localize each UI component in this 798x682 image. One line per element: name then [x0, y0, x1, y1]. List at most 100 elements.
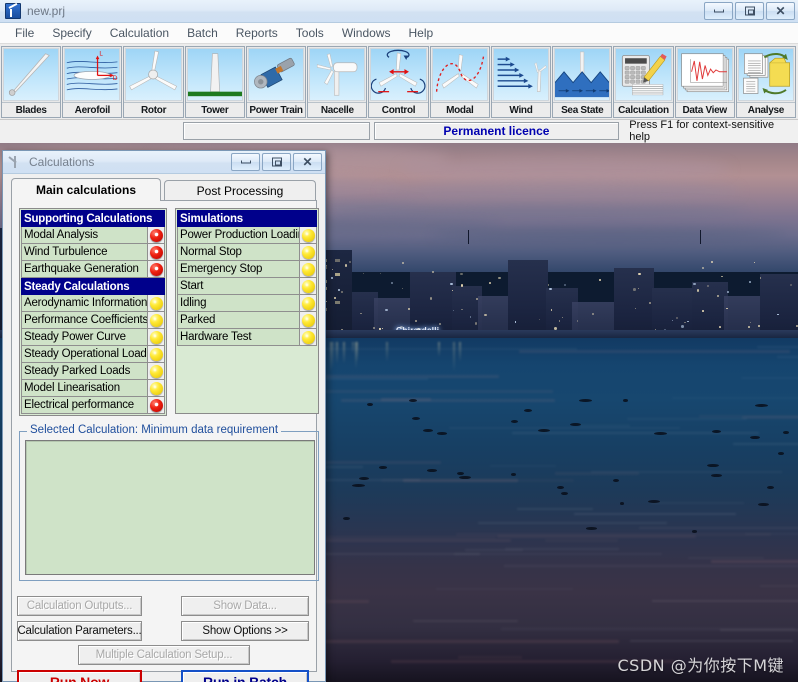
city-light: [749, 281, 751, 283]
toolbar-button-aerofoil[interactable]: L D Aerofoil: [62, 46, 122, 118]
calculation-row[interactable]: Steady Power Curve: [21, 329, 165, 346]
calculation-row[interactable]: Model Linearisation: [21, 380, 165, 397]
calculation-label: Model Linearisation: [22, 382, 147, 394]
status-indicator-cell: [299, 312, 316, 328]
lit-window: [335, 301, 340, 304]
calculation-row[interactable]: Earthquake Generation: [21, 261, 165, 278]
water-ripple: [652, 600, 798, 602]
calculation-row[interactable]: Idling: [177, 295, 317, 312]
toolbar-button-analyse[interactable]: Analyse: [736, 46, 796, 118]
nacelle-icon: [309, 48, 365, 101]
button-row-2: Calculation Parameters... Show Options >…: [17, 621, 309, 641]
water-ripple: [341, 399, 555, 402]
calculation-label: Emergency Stop: [178, 263, 299, 275]
run-in-batch-button[interactable]: Run in Batch: [181, 670, 309, 682]
dialog-close-button[interactable]: ✕: [293, 153, 322, 171]
menu-item-label: Calculation: [110, 26, 169, 40]
water-ripple: [651, 502, 744, 504]
toolbar-button-label: Analyse: [737, 102, 795, 117]
status-led-yellow: [150, 331, 163, 344]
run-in-batch-label: Run in Batch: [203, 674, 287, 682]
toolbar-button-data-view[interactable]: Data View: [675, 46, 735, 118]
modal-icon: [432, 48, 488, 101]
status-led-yellow: [150, 365, 163, 378]
toolbar-button-label: Wind: [492, 102, 550, 117]
minimize-button[interactable]: [704, 2, 733, 20]
show-options-button[interactable]: Show Options >>: [181, 621, 309, 641]
calculation-row[interactable]: Emergency Stop: [177, 261, 317, 278]
water-ripple: [505, 548, 619, 550]
city-light: [551, 309, 552, 310]
city-light: [408, 308, 409, 309]
toolbar-button-label: Rotor: [124, 102, 182, 117]
button-row-1: Calculation Outputs... Show Data...: [17, 596, 309, 616]
menu-item-specify[interactable]: Specify: [43, 24, 100, 42]
menu-item-file[interactable]: File: [6, 24, 43, 42]
antenna: [468, 230, 469, 244]
toolbar-button-modal[interactable]: Modal: [430, 46, 490, 118]
toolbar-button-label: Modal: [431, 102, 489, 117]
cloud: [330, 204, 750, 220]
light-reflection: [386, 342, 388, 362]
tab-main-calculations[interactable]: Main calculations: [11, 178, 161, 201]
calculation-row[interactable]: Hardware Test: [177, 329, 317, 346]
calculation-row[interactable]: Electrical performance: [21, 397, 165, 414]
calculation-row[interactable]: Normal Stop: [177, 244, 317, 261]
city-light: [649, 302, 651, 304]
menu-item-windows[interactable]: Windows: [333, 24, 400, 42]
city-light: [549, 288, 551, 290]
city-light: [681, 325, 684, 328]
status-indicator-cell: [147, 261, 164, 277]
toolbar-button-power-train[interactable]: Power Train: [246, 46, 306, 118]
toolbar-button-rotor[interactable]: Rotor: [123, 46, 183, 118]
menu-item-tools[interactable]: Tools: [287, 24, 333, 42]
wind-icon: [493, 48, 549, 101]
wave-crest: [755, 404, 768, 407]
dialog-minimize-button[interactable]: [231, 153, 260, 171]
maximize-button[interactable]: [735, 2, 764, 20]
city-light: [402, 288, 404, 290]
city-light: [702, 267, 704, 269]
menu-item-reports[interactable]: Reports: [227, 24, 287, 42]
toolbar-button-control[interactable]: Control: [368, 46, 428, 118]
calculation-row[interactable]: Steady Parked Loads: [21, 363, 165, 380]
toolbar-button-tower[interactable]: Tower: [185, 46, 245, 118]
calculations-window-icon: [8, 155, 23, 170]
cloud: [400, 156, 730, 182]
show-data-button[interactable]: Show Data...: [181, 596, 309, 616]
toolbar-button-blades[interactable]: Blades: [1, 46, 61, 118]
toolbar-button-wind[interactable]: Wind: [491, 46, 551, 118]
calculation-label: Earthquake Generation: [22, 263, 147, 275]
close-button[interactable]: ✕: [766, 2, 795, 20]
tab-post-processing[interactable]: Post Processing: [164, 180, 316, 201]
selected-calculation-legend: Selected Calculation: Minimum data requi…: [27, 424, 281, 436]
dialog-maximize-button[interactable]: [262, 153, 291, 171]
menu-item-calculation[interactable]: Calculation: [101, 24, 178, 42]
calculation-row[interactable]: Steady Operational Loads: [21, 346, 165, 363]
menu-item-batch[interactable]: Batch: [178, 24, 227, 42]
main-toolbar: Blades L D Aerofoil Rotor Tower Power Train Nac…: [0, 44, 798, 120]
calculation-row[interactable]: Power Production Loading: [177, 227, 317, 244]
toolbar-button-calculation[interactable]: Calculation: [613, 46, 673, 118]
calculation-row[interactable]: Performance Coefficients: [21, 312, 165, 329]
calculation-row[interactable]: Start: [177, 278, 317, 295]
calculation-row[interactable]: Modal Analysis: [21, 227, 165, 244]
toolbar-button-sea-state[interactable]: Sea State: [552, 46, 612, 118]
run-now-button[interactable]: Run Now: [17, 670, 142, 682]
menu-item-help[interactable]: Help: [400, 24, 443, 42]
calculation-row[interactable]: Wind Turbulence: [21, 244, 165, 261]
button-row-3: Multiple Calculation Setup...: [78, 645, 250, 665]
calculation-row[interactable]: Parked: [177, 312, 317, 329]
svg-text:D: D: [113, 75, 118, 82]
multiple-calculation-setup-button[interactable]: Multiple Calculation Setup...: [78, 645, 250, 665]
calculation-row[interactable]: Aerodynamic Information: [21, 295, 165, 312]
blade-icon: [3, 48, 59, 101]
water-ripple: [302, 390, 552, 393]
show-data-label: Show Data...: [213, 600, 276, 612]
calculation-parameters-button[interactable]: Calculation Parameters...: [17, 621, 142, 641]
toolbar-button-nacelle[interactable]: Nacelle: [307, 46, 367, 118]
calculation-outputs-button[interactable]: Calculation Outputs...: [17, 596, 142, 616]
status-led-red: [150, 229, 163, 242]
water-ripple: [777, 356, 798, 358]
water-ripple: [490, 465, 556, 467]
